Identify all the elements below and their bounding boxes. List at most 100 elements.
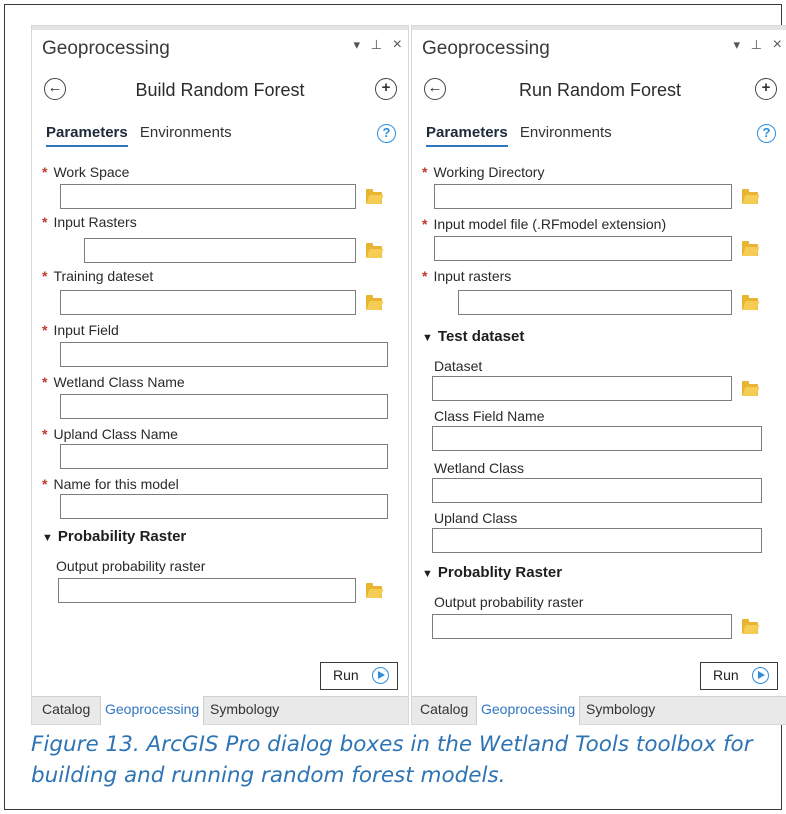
section-title: Probablity Raster bbox=[437, 564, 563, 581]
folder-icon[interactable] bbox=[742, 381, 758, 396]
param-label-input-rasters: * Input Rasters bbox=[42, 214, 137, 230]
back-arrow-icon[interactable]: ← bbox=[44, 78, 66, 100]
param-label-input-field: * Input Field bbox=[42, 322, 119, 338]
required-icon: * bbox=[422, 164, 428, 180]
folder-icon[interactable] bbox=[366, 583, 382, 598]
figure-caption: Figure 13. ArcGIS Pro dialog boxes in th… bbox=[31, 732, 753, 788]
param-label-dataset: Dataset bbox=[434, 358, 483, 374]
pin-icon[interactable]: ⊥ bbox=[371, 37, 382, 53]
plus-icon[interactable]: + bbox=[755, 78, 777, 100]
upland-class-input[interactable] bbox=[432, 528, 762, 553]
param-label-text: Working Directory bbox=[433, 164, 545, 180]
param-label-text: Work Space bbox=[53, 164, 130, 180]
param-label-working-directory: * Working Directory bbox=[422, 164, 544, 180]
required-icon: * bbox=[42, 214, 48, 230]
input-rasters-input[interactable] bbox=[84, 238, 356, 263]
tab-symbology[interactable]: Symbology bbox=[210, 701, 279, 717]
param-label-text: Name for this model bbox=[53, 476, 179, 492]
tool-title: Run Random Forest bbox=[518, 80, 682, 100]
run-button[interactable]: Run bbox=[700, 662, 778, 690]
folder-icon[interactable] bbox=[366, 295, 382, 310]
param-tabs: Parameters Environments bbox=[46, 124, 240, 147]
folder-icon[interactable] bbox=[366, 243, 382, 258]
tab-parameters[interactable]: Parameters bbox=[46, 124, 128, 147]
param-label-wetland-class: * Wetland Class Name bbox=[42, 374, 185, 390]
bottom-tab-bar: Catalog Geoprocessing Symbology bbox=[32, 696, 408, 725]
tab-parameters[interactable]: Parameters bbox=[426, 124, 508, 147]
tool-title: Build Random Forest bbox=[135, 80, 305, 100]
section-test-dataset[interactable]: ▼ Test dataset bbox=[422, 328, 524, 345]
required-icon: * bbox=[422, 216, 428, 232]
training-dataset-input[interactable] bbox=[60, 290, 356, 315]
input-field-input[interactable] bbox=[60, 342, 388, 367]
output-probability-input[interactable] bbox=[432, 614, 732, 639]
folder-icon[interactable] bbox=[742, 241, 758, 256]
working-directory-input[interactable] bbox=[434, 184, 732, 209]
param-label-output-probability: Output probability raster bbox=[434, 594, 584, 610]
param-label-text: Wetland Class Name bbox=[53, 374, 185, 390]
folder-icon[interactable] bbox=[742, 619, 758, 634]
dataset-input[interactable] bbox=[432, 376, 732, 401]
pin-icon[interactable]: ⊥ bbox=[751, 37, 762, 53]
pane-controls: ▾ ⊥ × bbox=[727, 36, 782, 54]
param-label-text: Training dateset bbox=[53, 268, 154, 284]
chevron-down-icon[interactable]: ▼ bbox=[42, 532, 53, 544]
pane-options-icon[interactable]: ▾ bbox=[354, 37, 361, 53]
folder-icon[interactable] bbox=[742, 295, 758, 310]
tab-catalog[interactable]: Catalog bbox=[42, 701, 90, 717]
param-label-upland-class: Upland Class bbox=[434, 510, 518, 526]
param-label-text: Upland Class Name bbox=[53, 426, 178, 442]
section-title: Probability Raster bbox=[57, 528, 187, 545]
required-icon: * bbox=[42, 164, 48, 180]
required-icon: * bbox=[42, 426, 48, 442]
required-icon: * bbox=[42, 374, 48, 390]
param-label-class-field: Class Field Name bbox=[434, 408, 545, 424]
wetland-class-input[interactable] bbox=[432, 478, 762, 503]
plus-icon[interactable]: + bbox=[375, 78, 397, 100]
param-label-text: Input rasters bbox=[433, 268, 512, 284]
output-probability-input[interactable] bbox=[58, 578, 356, 603]
help-icon[interactable]: ? bbox=[757, 124, 776, 143]
chevron-down-icon[interactable]: ▼ bbox=[422, 568, 433, 580]
work-space-input[interactable] bbox=[60, 184, 356, 209]
pane-controls: ▾ ⊥ × bbox=[347, 36, 402, 54]
tab-catalog[interactable]: Catalog bbox=[420, 701, 468, 717]
param-label-model-file: * Input model file (.RFmodel extension) bbox=[422, 216, 666, 232]
param-label-text: Input model file (.RFmodel extension) bbox=[433, 216, 667, 232]
tab-environments[interactable]: Environments bbox=[520, 124, 612, 145]
geoprocessing-pane-run: Geoprocessing ▾ ⊥ × ← Run Random Forest … bbox=[411, 25, 786, 725]
run-button[interactable]: Run bbox=[320, 662, 398, 690]
model-file-input[interactable] bbox=[434, 236, 732, 261]
param-label-upland-class: * Upland Class Name bbox=[42, 426, 178, 442]
input-rasters-input[interactable] bbox=[458, 290, 732, 315]
tab-environments[interactable]: Environments bbox=[140, 124, 232, 145]
model-name-input[interactable] bbox=[60, 494, 388, 519]
param-label-text: Input Rasters bbox=[53, 214, 137, 230]
class-field-input[interactable] bbox=[432, 426, 762, 451]
required-icon: * bbox=[42, 268, 48, 284]
back-arrow-icon[interactable]: ← bbox=[424, 78, 446, 100]
folder-icon[interactable] bbox=[742, 189, 758, 204]
wetland-class-input[interactable] bbox=[60, 394, 388, 419]
section-probability-raster[interactable]: ▼ Probablity Raster bbox=[422, 564, 562, 581]
close-icon[interactable]: × bbox=[773, 36, 782, 54]
run-label: Run bbox=[333, 667, 359, 683]
play-icon bbox=[752, 667, 769, 684]
section-probability-raster[interactable]: ▼ Probability Raster bbox=[42, 528, 186, 545]
play-icon bbox=[372, 667, 389, 684]
tab-geoprocessing[interactable]: Geoprocessing bbox=[476, 696, 581, 725]
chevron-down-icon[interactable]: ▼ bbox=[422, 332, 433, 344]
param-label-model-name: * Name for this model bbox=[42, 476, 179, 492]
section-title: Test dataset bbox=[437, 328, 525, 345]
folder-icon[interactable] bbox=[366, 189, 382, 204]
run-label: Run bbox=[713, 667, 739, 683]
param-label-wetland-class: Wetland Class bbox=[434, 460, 525, 476]
required-icon: * bbox=[42, 476, 48, 492]
pane-options-icon[interactable]: ▾ bbox=[734, 37, 741, 53]
tab-geoprocessing[interactable]: Geoprocessing bbox=[100, 696, 205, 725]
bottom-tab-bar: Catalog Geoprocessing Symbology bbox=[412, 696, 786, 725]
upland-class-input[interactable] bbox=[60, 444, 388, 469]
close-icon[interactable]: × bbox=[393, 36, 402, 54]
tab-symbology[interactable]: Symbology bbox=[586, 701, 655, 717]
help-icon[interactable]: ? bbox=[377, 124, 396, 143]
